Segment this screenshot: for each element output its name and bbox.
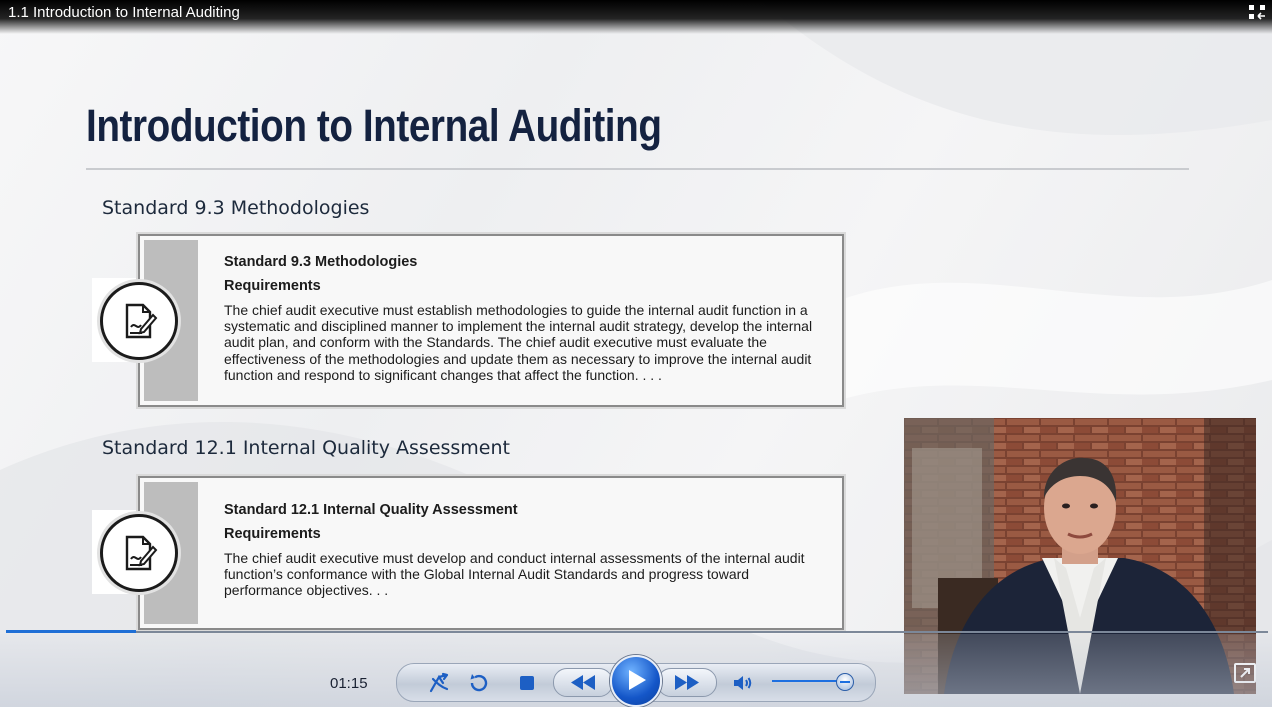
video-frame: 1.1 Introduction to Internal Auditing In…	[0, 0, 1272, 707]
card-subtitle: Requirements	[224, 278, 321, 294]
seek-bar[interactable]	[6, 631, 1268, 633]
card-title: Standard 9.3 Methodologies	[224, 254, 418, 270]
card-text: The chief audit executive must develop a…	[224, 550, 805, 599]
title-bar: 1.1 Introduction to Internal Auditing	[0, 0, 1272, 34]
volume-icon[interactable]	[731, 671, 755, 695]
switch-icon[interactable]	[427, 671, 451, 695]
elapsed-time: 01:15	[330, 675, 368, 692]
card-content: Standard 12.1 Internal Quality Assessmen…	[224, 502, 820, 599]
card-text: The chief audit executive must establish…	[224, 302, 813, 383]
document-signature-icon	[100, 514, 178, 592]
slide-title: Introduction to Internal Auditing	[86, 100, 662, 151]
title-divider	[86, 168, 1189, 170]
window-title: 1.1 Introduction to Internal Auditing	[8, 4, 240, 21]
play-button[interactable]	[610, 655, 662, 707]
card-content: Standard 9.3 Methodologies Requirements …	[224, 254, 820, 383]
rewind-button[interactable]	[553, 668, 613, 697]
section-heading-quality-assessment: Standard 12.1 Internal Quality Assessmen…	[102, 437, 510, 459]
replay-icon[interactable]	[467, 671, 491, 695]
standard-card-quality-assessment: Standard 12.1 Internal Quality Assessmen…	[138, 476, 844, 630]
fast-forward-button[interactable]	[657, 668, 717, 697]
card-subtitle: Requirements	[224, 526, 321, 542]
section-heading-methodologies: Standard 9.3 Methodologies	[102, 197, 370, 219]
seek-bar-progress	[6, 630, 136, 633]
volume-slider-thumb[interactable]	[836, 673, 854, 691]
rewind-icon	[571, 675, 595, 690]
fast-forward-icon	[675, 675, 699, 690]
document-signature-icon	[100, 282, 178, 360]
exit-fullscreen-icon[interactable]	[1248, 4, 1266, 20]
play-icon	[629, 670, 646, 690]
stop-icon[interactable]	[515, 671, 539, 695]
standard-card-methodologies: Standard 9.3 Methodologies Requirements …	[138, 234, 844, 407]
card-title: Standard 12.1 Internal Quality Assessmen…	[224, 502, 518, 518]
